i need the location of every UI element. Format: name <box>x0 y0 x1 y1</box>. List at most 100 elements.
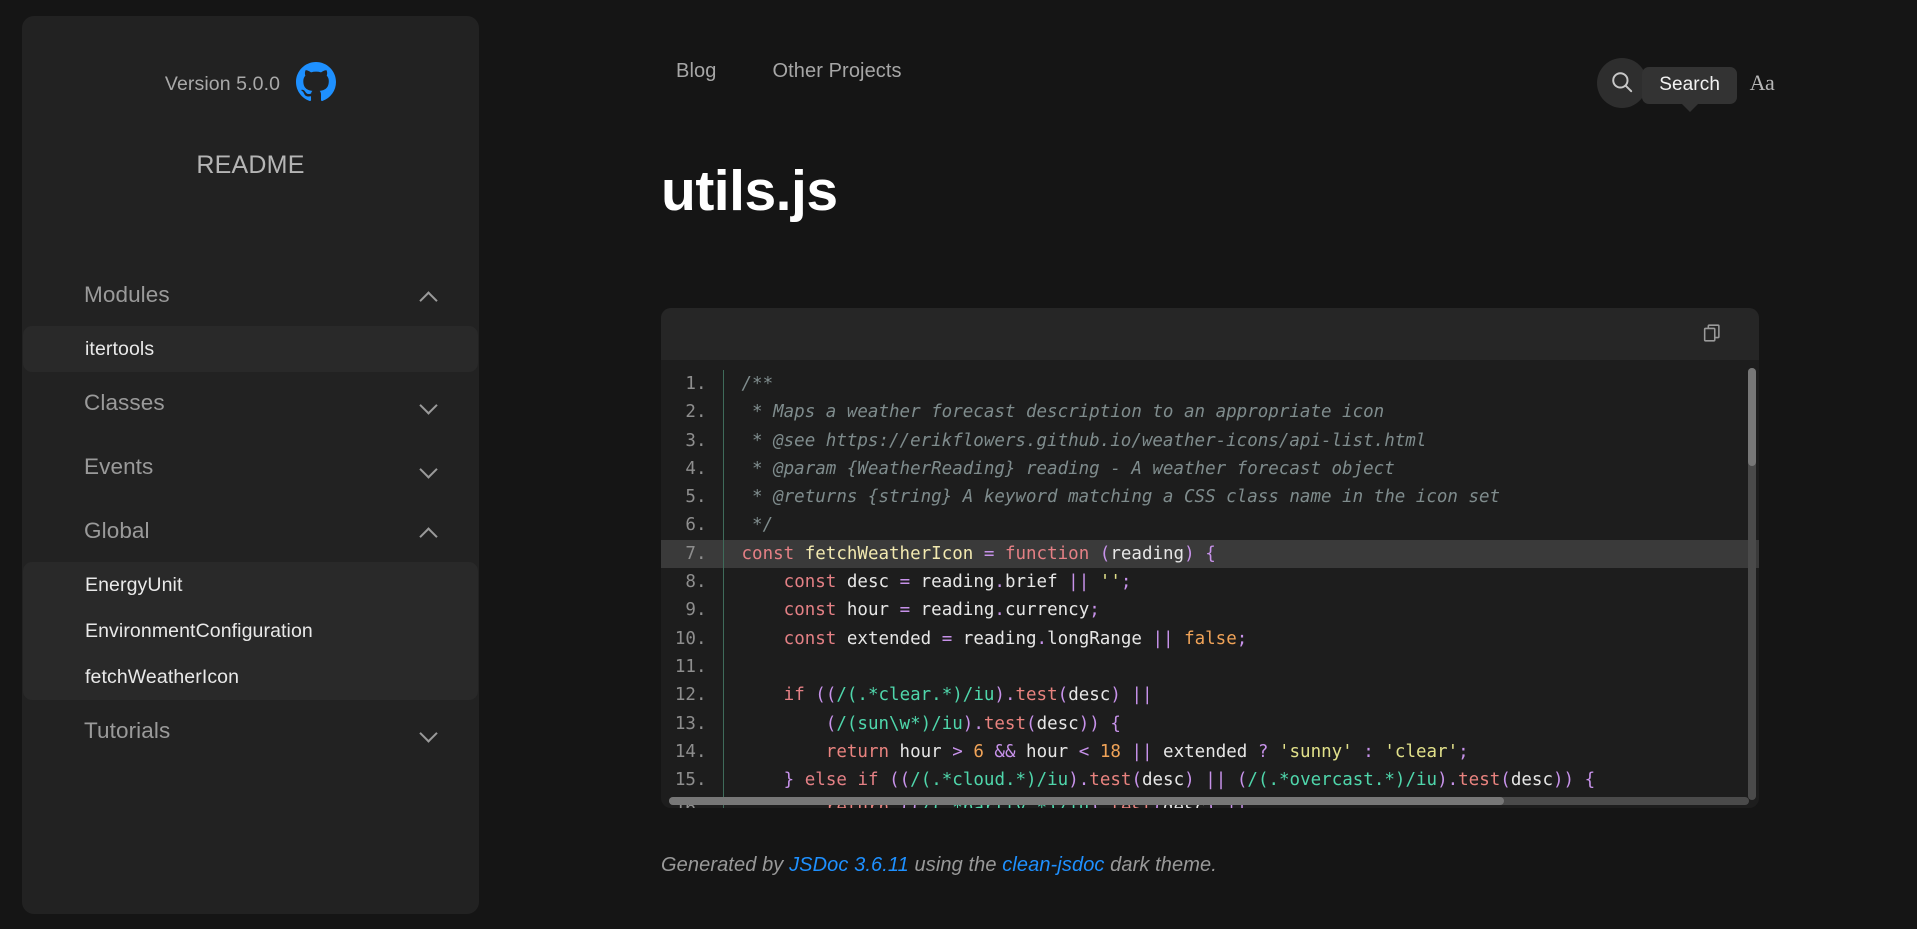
code-token-pun: ( <box>1099 543 1111 564</box>
sidebar-item-energyunit[interactable]: EnergyUnit <box>23 562 478 608</box>
code-token-var: hour <box>836 600 900 621</box>
nav-tools: Search Aa <box>1597 58 1787 112</box>
code-token-kw: function <box>1004 543 1090 564</box>
code-line-content: const hour = reading.currency; <box>723 596 1759 624</box>
code-vertical-scroll-thumb[interactable] <box>1748 368 1756 466</box>
jsdoc-page: Version 5.0.0 README Modules itertools Cla… <box>0 0 1917 929</box>
code-token-pun: . <box>994 572 1005 593</box>
sidebar-readme-link[interactable]: README <box>22 151 479 180</box>
code-token-var <box>742 629 784 649</box>
nav-link-blog[interactable]: Blog <box>676 60 716 83</box>
nav-link-other-projects[interactable]: Other Projects <box>772 60 901 83</box>
code-token-var <box>1195 770 1206 790</box>
code-line: 11. <box>661 652 1759 682</box>
code-token-op: || <box>1205 770 1227 791</box>
code-token-pun: ; <box>1089 600 1100 621</box>
sidebar-section-events[interactable]: Events <box>22 440 479 494</box>
code-line: 2. * Maps a weather forecast description… <box>661 398 1759 427</box>
code-token-var: reading <box>910 572 995 593</box>
code-token-var <box>879 770 890 790</box>
sidebar-version-row: Version 5.0.0 <box>22 62 479 107</box>
code-token-pun: ( <box>1131 770 1142 791</box>
code-token-var <box>1226 770 1237 790</box>
sidebar-section-modules[interactable]: Modules <box>22 268 479 322</box>
chevron-up-icon <box>420 526 437 536</box>
sidebar-group-modules: itertools <box>23 326 478 372</box>
code-line-number: 6. <box>661 511 724 540</box>
code-line-content: const extended = reading.longRange || fa… <box>723 625 1759 653</box>
sidebar: Version 5.0.0 README Modules itertools Cla… <box>22 16 479 914</box>
search-tooltip: Search <box>1642 67 1737 112</box>
code-line: 3. * @see https://erikflowers.github.io/… <box>661 426 1759 455</box>
code-line-content: * Maps a weather forecast description to… <box>723 398 1759 426</box>
code-block-body[interactable]: 1. /** 2. * Maps a weather forecast descri… <box>661 360 1759 808</box>
code-line-content: * @returns {string} A keyword matching a… <box>723 483 1759 511</box>
sidebar-item-fetchweathericon[interactable]: fetchWeatherIcon <box>23 654 478 700</box>
sidebar-section-label: Modules <box>84 282 170 307</box>
code-line-content: */ <box>723 511 1759 539</box>
code-token-var <box>805 685 816 705</box>
code-token-pun: ( <box>1500 770 1511 791</box>
sidebar-section-classes[interactable]: Classes <box>22 376 479 430</box>
sidebar-section-global[interactable]: Global <box>22 504 479 558</box>
code-token-pun: ) <box>1110 685 1121 706</box>
sidebar-section-label: Global <box>84 518 150 543</box>
code-token-pun: ( <box>1026 713 1037 734</box>
code-token-pun: ; <box>1120 572 1132 593</box>
code-token-pun: ). <box>1068 770 1090 791</box>
code-token-pun: )) <box>1553 770 1575 791</box>
code-token-mth: test <box>1015 685 1058 706</box>
code-token-var: brief <box>1004 572 1069 593</box>
code-token-kw: if <box>783 685 805 706</box>
sidebar-item-itertools[interactable]: itertools <box>23 326 478 372</box>
code-token-var <box>1089 544 1100 564</box>
code-token-num: 6 <box>973 741 984 762</box>
code-horizontal-scroll-thumb[interactable] <box>669 797 1504 805</box>
code-line: 10. const extended = reading.longRange |… <box>661 624 1759 653</box>
code-line-number: 11. <box>661 652 724 682</box>
code-horizontal-scrollbar[interactable] <box>669 797 1749 805</box>
code-token-var <box>984 742 995 762</box>
github-icon[interactable] <box>296 62 337 107</box>
code-line-number: 14. <box>661 737 724 767</box>
code-token-pun: { <box>1110 713 1121 734</box>
footer-theme-link[interactable]: clean-jsdoc <box>1002 854 1104 876</box>
code-line: 1. /** <box>661 370 1759 399</box>
code-line-content: const desc = reading.brief || ''; <box>723 568 1759 596</box>
code-line: 15. } else if ((/(.*cloud.*)/iu).test(de… <box>661 766 1759 795</box>
search-button[interactable] <box>1597 58 1647 108</box>
code-token-op: && <box>994 741 1016 762</box>
code-line: 14. return hour > 6 && hour < 18 || exte… <box>661 737 1759 767</box>
code-line-content: /** <box>723 370 1759 398</box>
footer-jsdoc-link[interactable]: JSDoc 3.6.11 <box>789 854 909 876</box>
code-token-var: longRange <box>1047 628 1153 649</box>
code-token-var <box>742 572 784 592</box>
chevron-down-icon <box>420 726 437 736</box>
font-size-button[interactable]: Aa <box>1737 58 1787 108</box>
code-token-str: 'clear' <box>1384 741 1459 762</box>
version-label: Version 5.0.0 <box>164 73 281 95</box>
code-token-mth: return <box>825 741 890 762</box>
code-token-var <box>1574 770 1585 790</box>
code-token-pun: ; <box>1458 741 1469 762</box>
code-line: 13. (/(sun\w*)/iu).test(desc)) { <box>661 709 1759 738</box>
sidebar-section-tutorials[interactable]: Tutorials <box>22 704 479 758</box>
sidebar-section-label: Classes <box>84 390 165 415</box>
sidebar-section-label: Tutorials <box>84 718 171 743</box>
chevron-up-icon <box>420 290 437 300</box>
code-line-number: 1. <box>661 370 724 399</box>
code-vertical-scrollbar[interactable] <box>1748 368 1756 800</box>
chevron-down-icon <box>420 462 437 472</box>
code-line-number: 9. <box>661 596 724 625</box>
code-token-var <box>1353 742 1364 762</box>
code-token-kw: const <box>783 600 837 621</box>
code-line-number: 10. <box>661 624 724 653</box>
code-token-mth: test <box>1089 770 1132 791</box>
code-line-number: 4. <box>661 454 724 484</box>
footer-middle: using the <box>908 854 1003 876</box>
copy-button[interactable] <box>1697 319 1727 349</box>
sidebar-item-environmentconfiguration[interactable]: EnvironmentConfiguration <box>23 608 478 654</box>
footer-prefix: Generated by <box>661 854 790 876</box>
page-title: utils.js <box>661 159 838 223</box>
